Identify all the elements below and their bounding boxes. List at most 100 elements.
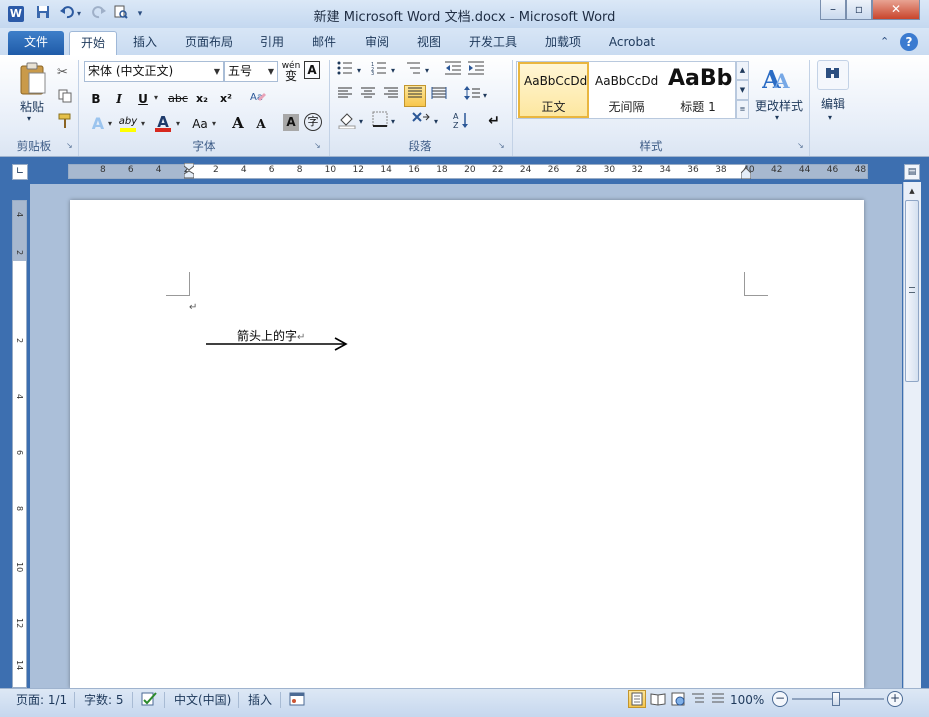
paste-dropdown-icon[interactable]: ▾ <box>27 114 31 123</box>
chevron-down-icon[interactable]: ▼ <box>214 62 220 81</box>
multilevel-list-icon[interactable] <box>403 61 423 81</box>
decrease-indent-icon[interactable] <box>443 61 463 81</box>
editing-dropdown-icon[interactable]: ▾ <box>828 113 832 122</box>
underline-button[interactable]: U <box>133 89 153 109</box>
change-styles-icon[interactable]: AA <box>761 62 794 94</box>
minimize-ribbon-icon[interactable]: ⌃ <box>880 35 889 48</box>
font-color-dropdown-icon[interactable]: ▾ <box>176 119 180 128</box>
char-border-icon[interactable]: A <box>304 61 320 79</box>
styles-launcher-icon[interactable]: ↘ <box>797 141 804 150</box>
word-count[interactable]: 字数: 5 <box>84 690 124 710</box>
paste-button[interactable]: 粘贴 <box>14 98 50 115</box>
minimize-button[interactable]: – <box>820 0 846 20</box>
borders-dropdown-icon[interactable]: ▾ <box>391 117 395 126</box>
italic-button[interactable]: I <box>109 89 129 109</box>
zoom-slider-thumb[interactable] <box>832 692 840 706</box>
bullets-dropdown-icon[interactable]: ▾ <box>357 66 361 75</box>
tab-developer[interactable]: 开发工具 <box>460 31 526 55</box>
word-app-icon[interactable]: W <box>8 6 24 22</box>
clear-formatting-icon[interactable]: Aa <box>248 89 268 109</box>
web-layout-icon[interactable] <box>670 691 686 707</box>
font-name-combo[interactable]: 宋体 (中文正文) ▼ <box>84 61 224 82</box>
format-painter-icon[interactable] <box>57 113 73 132</box>
show-paragraph-marks-icon[interactable]: ↵ <box>484 111 504 131</box>
clipboard-launcher-icon[interactable]: ↘ <box>66 141 73 150</box>
help-icon[interactable]: ? <box>900 33 918 51</box>
superscript-button[interactable]: x² <box>216 89 236 109</box>
scroll-up-icon[interactable]: ▲ <box>905 184 919 198</box>
tab-file[interactable]: 文件 <box>8 31 64 55</box>
phonetic-guide-icon[interactable]: wén 变 <box>281 61 301 82</box>
tab-page-layout[interactable]: 页面布局 <box>176 31 242 55</box>
outline-view-icon[interactable] <box>690 691 706 707</box>
arrow-shape[interactable] <box>205 336 349 352</box>
find-binoculars-icon[interactable] <box>817 60 849 90</box>
change-case-button[interactable]: Aa <box>188 114 212 134</box>
tab-view[interactable]: 视图 <box>408 31 450 55</box>
style-scroll-up-icon[interactable]: ▲ <box>736 61 749 80</box>
insert-mode[interactable]: 插入 <box>248 690 272 710</box>
borders-icon[interactable] <box>370 111 390 131</box>
font-size-combo[interactable]: 五号 ▼ <box>224 61 278 82</box>
align-right-icon[interactable] <box>381 86 401 106</box>
save-icon[interactable] <box>34 5 52 23</box>
align-left-icon[interactable] <box>335 86 355 106</box>
tab-references[interactable]: 引用 <box>252 31 292 55</box>
vertical-ruler[interactable] <box>12 200 27 688</box>
shading-dropdown-icon[interactable]: ▾ <box>359 117 363 126</box>
style-heading-1[interactable]: AaBb 标题 1 <box>664 62 734 118</box>
chevron-down-icon[interactable]: ▼ <box>268 62 274 81</box>
chinese-layout-dropdown-icon[interactable]: ▾ <box>434 117 438 126</box>
bold-button[interactable]: B <box>86 89 106 109</box>
underline-dropdown-icon[interactable]: ▾ <box>154 93 158 102</box>
multilevel-dropdown-icon[interactable]: ▾ <box>425 66 429 75</box>
bullets-icon[interactable] <box>335 61 355 81</box>
zoom-slider[interactable] <box>792 692 884 706</box>
language[interactable]: 中文(中国) <box>174 690 231 710</box>
tab-mailings[interactable]: 邮件 <box>304 31 344 55</box>
style-no-spacing[interactable]: AaBbCcDd 无间隔 <box>591 62 662 118</box>
zoom-level[interactable]: 100% <box>730 690 764 710</box>
change-case-dropdown-icon[interactable]: ▾ <box>212 119 216 128</box>
char-shading-button[interactable]: A <box>283 114 299 131</box>
ruler-toggle-icon[interactable]: ▤ <box>904 164 920 180</box>
paragraph-launcher-icon[interactable]: ↘ <box>498 141 505 150</box>
increase-indent-icon[interactable] <box>466 61 486 81</box>
shrink-font-button[interactable]: A <box>251 114 271 134</box>
macro-record-icon[interactable] <box>289 691 305 707</box>
line-spacing-icon[interactable] <box>462 86 482 106</box>
right-indent-marker[interactable] <box>740 167 752 180</box>
close-button[interactable]: ✕ <box>872 0 920 20</box>
text-effects-dropdown-icon[interactable]: ▾ <box>108 119 112 128</box>
redo-icon[interactable] <box>90 5 108 23</box>
tab-home[interactable]: 开始 <box>69 31 117 55</box>
font-color-button[interactable]: A <box>153 112 173 132</box>
chinese-layout-icon[interactable] <box>411 111 431 131</box>
maximize-button[interactable]: ▫ <box>846 0 872 20</box>
customize-quick-access-icon[interactable]: ▾ <box>134 5 146 23</box>
tab-review[interactable]: 审阅 <box>356 31 398 55</box>
draft-view-icon[interactable] <box>710 691 726 707</box>
tab-acrobat[interactable]: Acrobat <box>600 31 664 55</box>
font-launcher-icon[interactable]: ↘ <box>314 141 321 150</box>
print-preview-icon[interactable] <box>112 5 130 23</box>
numbering-icon[interactable]: 123 <box>369 61 389 81</box>
style-scroll-down-icon[interactable]: ▼ <box>736 80 749 100</box>
zoom-out-icon[interactable]: − <box>772 691 788 707</box>
distributed-icon[interactable] <box>429 86 449 106</box>
strikethrough-button[interactable]: abc <box>166 89 190 109</box>
line-spacing-dropdown-icon[interactable]: ▾ <box>483 91 487 100</box>
style-normal[interactable]: AaBbCcDd 正文 <box>518 62 589 118</box>
change-styles-button[interactable]: 更改样式 <box>752 97 806 114</box>
full-screen-reading-icon[interactable] <box>650 691 666 707</box>
copy-icon[interactable] <box>58 89 72 106</box>
tab-addins[interactable]: 加载项 <box>536 31 590 55</box>
sort-icon[interactable]: AZ <box>451 111 471 131</box>
style-more-icon[interactable]: ≡ <box>736 100 749 119</box>
text-effects-button[interactable]: A <box>88 114 108 134</box>
undo-dropdown-icon[interactable]: ▾ <box>74 5 84 23</box>
justify-icon[interactable] <box>404 85 426 107</box>
subscript-button[interactable]: x₂ <box>192 89 212 109</box>
proofing-icon[interactable] <box>140 690 158 708</box>
tab-insert[interactable]: 插入 <box>124 31 166 55</box>
